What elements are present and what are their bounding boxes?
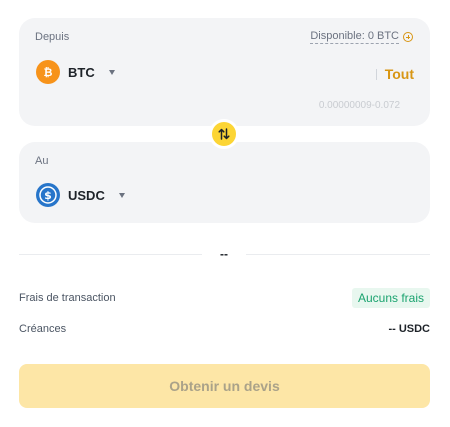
from-asset-selector[interactable]: ₿ BTC [36, 60, 115, 84]
to-label: Au [35, 155, 49, 167]
from-amount-area: Tout [247, 66, 414, 82]
usdc-icon: $ [36, 183, 60, 207]
rate-divider-left [19, 254, 202, 255]
to-card: Au $ USDC [19, 142, 430, 223]
from-label: Depuis [35, 31, 70, 43]
rate-divider-right [246, 254, 430, 255]
fee-badge: Aucuns frais [351, 288, 430, 308]
exchange-rate: -- [220, 247, 228, 261]
amount-divider [375, 68, 377, 80]
amount-range: 0.00000009-0.072 [318, 100, 400, 111]
swap-direction-button[interactable] [209, 119, 239, 149]
receive-row: Créances -- USDC [19, 320, 430, 338]
swap-arrows-icon [218, 128, 230, 140]
svg-text:₿: ₿ [44, 66, 53, 79]
receive-label: Créances [19, 323, 67, 335]
receive-value: -- USDC [388, 323, 430, 335]
max-button[interactable]: Tout [385, 66, 414, 82]
add-funds-icon[interactable] [403, 32, 413, 42]
bitcoin-icon: ₿ [36, 60, 60, 84]
svg-text:$: $ [44, 189, 52, 202]
from-card: Depuis Disponible: 0 BTC ₿ BTC Tout 0.00… [19, 18, 430, 126]
available-balance: Disponible: 0 BTC [310, 30, 413, 44]
from-amount-input[interactable] [247, 66, 368, 82]
get-quote-button[interactable]: Obtenir un devis [19, 364, 430, 408]
to-asset-selector[interactable]: $ USDC [36, 183, 125, 207]
chevron-down-icon [118, 192, 125, 198]
available-text: Disponible: 0 BTC [310, 30, 399, 44]
to-asset-name: USDC [68, 187, 105, 203]
fee-row: Frais de transaction Aucuns frais [19, 287, 430, 309]
fee-label: Frais de transaction [19, 292, 116, 304]
from-asset-name: BTC [68, 64, 95, 80]
chevron-down-icon [108, 69, 115, 75]
